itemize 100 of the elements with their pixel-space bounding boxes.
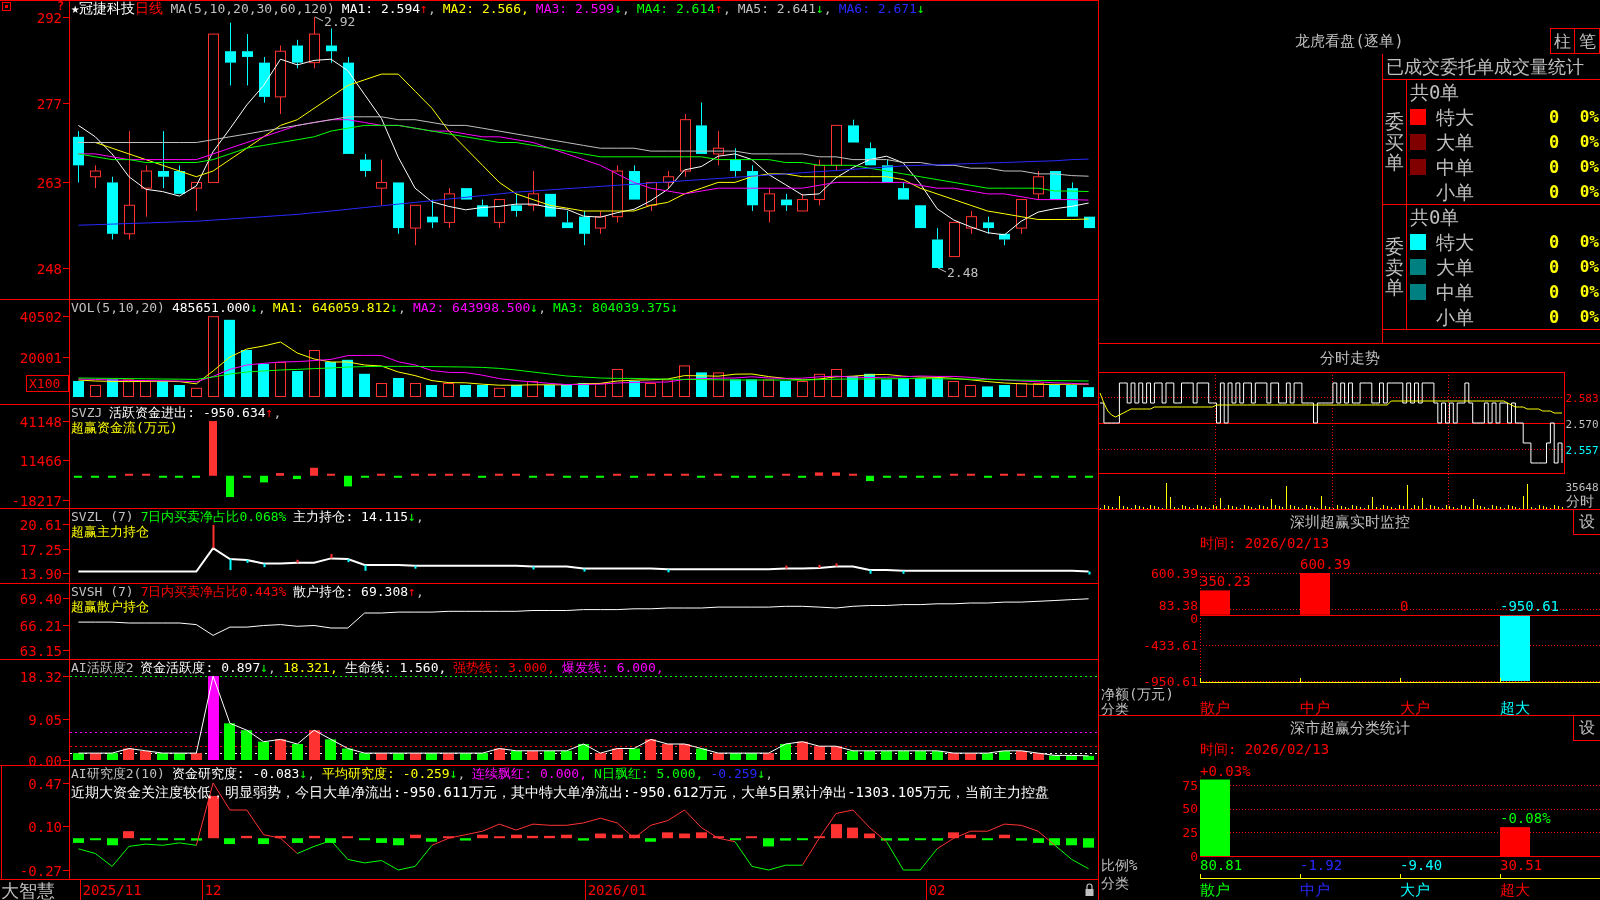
candlestick [1033,170,1044,201]
research-bar [713,836,724,839]
research-bar [730,838,741,841]
activity-bar [1016,750,1027,760]
activity-bar [224,723,235,760]
fund-flow-bar [428,473,436,476]
candlestick [915,204,926,229]
view-mode-button[interactable]: 柱 [1550,28,1575,54]
indicator-value: MA5: 2.641↓, [737,1,832,16]
axis-label: 69.40 [19,590,62,607]
research-bar [140,838,151,841]
activity-bar [1083,755,1094,760]
fund-flow-bar [563,475,571,478]
candlestick [612,164,623,223]
axis-title: 比例% [1101,857,1138,873]
research-bar [662,832,673,839]
candlestick [477,199,488,218]
research-bar [275,835,286,839]
activity-bar [527,750,538,760]
candlestick [949,221,960,258]
axis-label: 66.21 [19,617,62,634]
indicator-value: MA3: 804039.375↓ [553,300,679,315]
candlestick [360,153,371,178]
activity-bar [915,750,926,760]
candlestick [158,130,169,189]
fund-flow-bar [411,473,419,476]
research-bar [410,834,421,839]
section-title: 深圳超赢实时监控 [1289,513,1410,532]
bar-note: +0.03% [1200,762,1251,779]
activity-bar [898,750,909,760]
fund-flow-bar [1068,475,1076,478]
research-bar [393,838,404,846]
indicator-value: 平均研究度: -0.259↓, [322,766,466,781]
activity-bar [426,753,437,760]
view-mode-button[interactable]: 笔 [1575,28,1600,54]
volume-bar [595,383,606,397]
fund-flow-bar [529,475,537,478]
fund-flow-bar [630,475,638,478]
fund-flow-bar [74,475,82,478]
fund-flow-bar [1000,473,1008,476]
candlestick [579,210,590,246]
fund-flow-bar [394,475,402,478]
volume-bar [898,378,909,397]
activity-bar [595,753,606,760]
activity-bar [1066,755,1077,760]
indicator-value: 连续飘红: 0.000, [472,766,587,781]
indicator-value: 散户持仓: 69.308↑, [293,584,424,599]
activity-bar [494,748,505,760]
order-percent: 0% [1579,282,1599,301]
activity-bar [410,753,421,760]
research-bar [932,838,943,841]
order-percent: 0% [1579,257,1599,276]
candlestick [797,193,808,212]
fund-flow-bar [916,475,924,478]
indicator-value: 生命线: 1.560, [344,660,447,675]
volume-bar [831,369,842,397]
research-bar [864,833,875,839]
volume-bar [864,373,875,397]
order-percent: 0% [1579,107,1599,126]
order-count: 0 [1549,131,1560,152]
research-bar [342,836,353,839]
fund-flow-bar [1051,475,1059,478]
fund-flow-bar [950,473,958,476]
fund-flow-bar [546,473,554,476]
volume-bar [1033,383,1044,397]
fund-flow-bar [1085,475,1093,478]
indicator-value: -0.259↓, [710,766,774,781]
axis-label: -433.61 [1143,637,1198,653]
candlestick [545,193,556,218]
research-bar [309,835,320,839]
indicator-name: VOL(5,10,20) [71,300,165,315]
volume-bar [965,385,976,397]
timestamp: 时间: 2026/02/13 [1200,535,1330,553]
volume-bar [342,359,353,397]
research-bar [831,824,842,839]
table-title: 已成交委托单成交量统计 [1386,55,1584,78]
research-bar [881,838,892,841]
value-label: 80.81 [1200,857,1243,873]
research-bar [443,836,454,839]
annotation: 2.48 [947,265,979,281]
activity-bar [477,753,488,760]
candlestick [814,159,825,206]
indicator-value: N日飘红: 5.000, [594,766,704,781]
section-title: 分时走势 [1319,348,1380,368]
indicator-value: 资金活跃度: 0.897↓, [140,660,276,675]
settings-button[interactable]: 设 [1573,716,1600,741]
activity-bar [561,750,572,760]
research-bar [460,838,471,841]
research-bar [595,833,606,839]
activity-bar [342,748,353,760]
fund-flow-bar [798,475,806,478]
research-bar [612,834,623,839]
research-bar [679,833,690,839]
axis-title: 净额(万元) [1101,686,1174,702]
value-label: 0 [1400,597,1409,614]
volume-bar [730,379,741,397]
activity-bar [90,753,101,760]
candlestick [376,159,387,206]
settings-button[interactable]: 设 [1573,510,1600,535]
fund-flow-bar [293,475,301,480]
